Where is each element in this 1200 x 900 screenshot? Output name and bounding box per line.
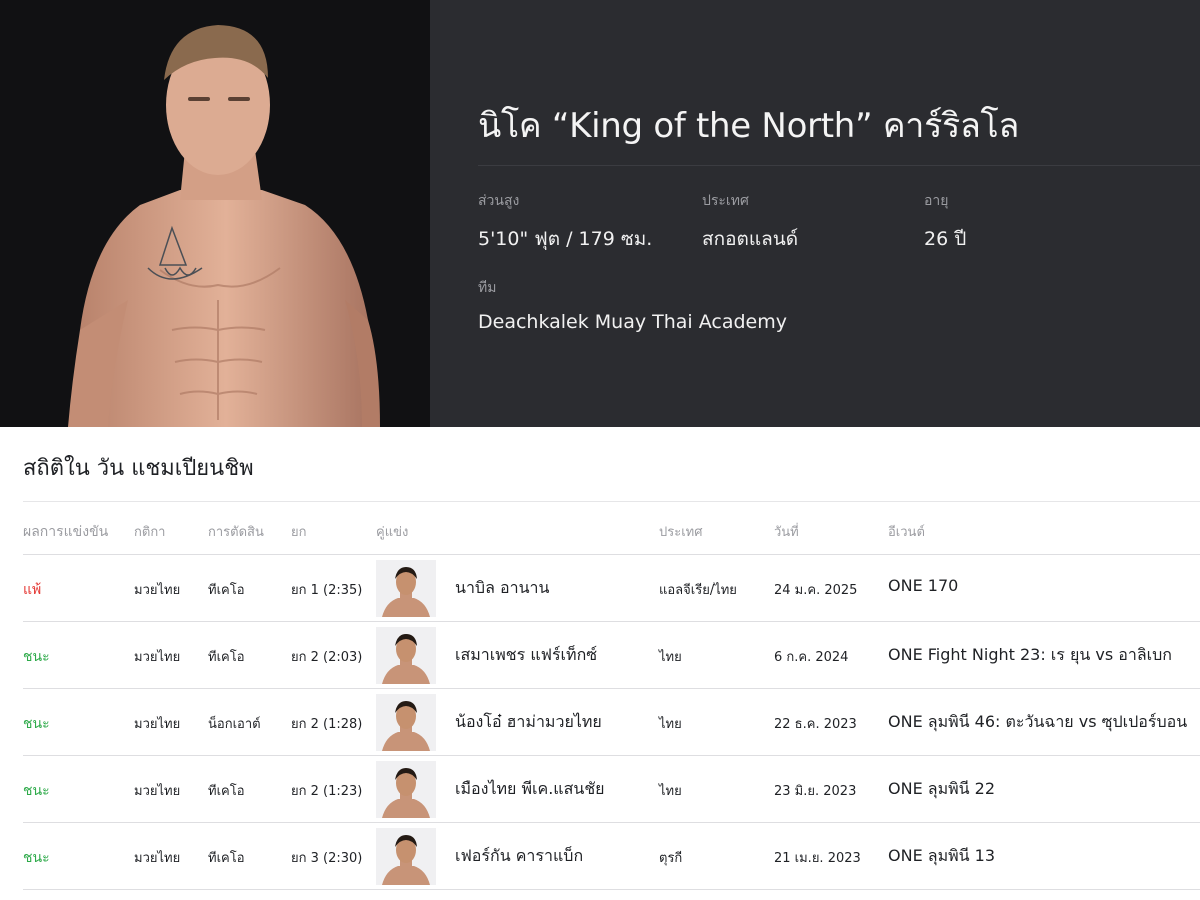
opponent-photo-image xyxy=(376,694,436,751)
sport-cell: มวยไทย xyxy=(134,784,181,799)
header-opponent: คู่แข่ง xyxy=(376,525,409,540)
fighter-photo xyxy=(0,0,430,427)
country-cell: ไทย xyxy=(659,784,682,799)
date-cell: 23 มิ.ย. 2023 xyxy=(774,784,857,799)
result-cell: ชนะ xyxy=(23,783,50,799)
table-row[interactable]: ชนะ มวยไทย ทีเคโอ ยก 2 (1:23) เมืองไทย พ… xyxy=(23,756,1200,823)
sport-cell: มวยไทย xyxy=(134,650,181,665)
header-method: การตัดสิน xyxy=(208,525,264,540)
method-cell: ทีเคโอ xyxy=(208,583,245,598)
stat-height-label: ส่วนสูง xyxy=(478,193,520,209)
opponent-avatar[interactable] xyxy=(376,761,436,818)
header-date: วันที่ xyxy=(774,525,799,540)
date-cell: 21 เม.ย. 2023 xyxy=(774,851,861,866)
opponent-avatar[interactable] xyxy=(376,828,436,885)
event-link[interactable]: ONE Fight Night 23: เร ยุน vs อาลิเบก xyxy=(888,643,1172,668)
opponent-photo-image xyxy=(376,828,436,885)
stat-team-value: Deachkalek Muay Thai Academy xyxy=(478,311,788,333)
result-cell: ชนะ xyxy=(23,649,50,665)
hero-divider xyxy=(478,165,1200,166)
fighter-hero: นิโค “King of the North” คาร์ริลโล ส่วนส… xyxy=(0,0,1200,427)
date-cell: 24 ม.ค. 2025 xyxy=(774,583,858,598)
stat-height: ส่วนสูง 5'10" ฟุต / 179 ซม. xyxy=(478,190,652,254)
round-cell: ยก 2 (1:28) xyxy=(291,717,363,732)
opponent-name[interactable]: เมืองไทย พีเค.แสนชัย xyxy=(455,777,605,802)
fight-record-table: ผลการแข่งขัน กติกา การตัดสิน ยก คู่แข่ง … xyxy=(23,501,1200,890)
opponent-photo-image xyxy=(376,560,436,617)
table-row[interactable]: ชนะ มวยไทย น็อกเอาต์ ยก 2 (1:28) น้องโอ๋… xyxy=(23,689,1200,756)
opponent-photo-image xyxy=(376,627,436,684)
date-cell: 6 ก.ค. 2024 xyxy=(774,650,849,665)
method-cell: ทีเคโอ xyxy=(208,784,245,799)
stat-team-label: ทีม xyxy=(478,280,497,296)
stat-age-value: 26 ปี xyxy=(924,228,967,250)
opponent-avatar[interactable] xyxy=(376,694,436,751)
country-cell: ตุรกี xyxy=(659,851,683,866)
result-cell: ชนะ xyxy=(23,716,50,732)
event-link[interactable]: ONE ลุมพินี 22 xyxy=(888,777,995,802)
opponent-name[interactable]: น้องโอ๋ ฮาม่ามวยไทย xyxy=(455,710,602,735)
header-sport: กติกา xyxy=(134,525,166,540)
table-row[interactable]: ชนะ มวยไทย ทีเคโอ ยก 3 (2:30) เฟอร์กัน ค… xyxy=(23,823,1200,890)
stat-country-label: ประเทศ xyxy=(702,193,749,209)
header-round: ยก xyxy=(291,525,307,540)
sport-cell: มวยไทย xyxy=(134,583,181,598)
record-section-title: สถิติใน วัน แชมเปียนชิพ xyxy=(23,456,254,481)
stat-country-value: สกอตแลนด์ xyxy=(702,228,799,250)
fighter-portrait-image xyxy=(0,0,430,427)
method-cell: น็อกเอาต์ xyxy=(208,717,261,732)
table-row[interactable]: ชนะ มวยไทย ทีเคโอ ยก 2 (2:03) เสมาเพชร แ… xyxy=(23,622,1200,689)
sport-cell: มวยไทย xyxy=(134,717,181,732)
country-cell: ไทย xyxy=(659,717,682,732)
round-cell: ยก 1 (2:35) xyxy=(291,583,363,598)
stat-country: ประเทศ สกอตแลนด์ xyxy=(702,190,798,254)
header-result: ผลการแข่งขัน xyxy=(23,524,109,540)
date-cell: 22 ธ.ค. 2023 xyxy=(774,717,857,732)
opponent-name[interactable]: เสมาเพชร แฟร์เท็กซ์ xyxy=(455,643,597,668)
round-cell: ยก 2 (2:03) xyxy=(291,650,363,665)
method-cell: ทีเคโอ xyxy=(208,650,245,665)
stat-age: อายุ 26 ปี xyxy=(924,190,966,254)
round-cell: ยก 3 (2:30) xyxy=(291,851,363,866)
opponent-name[interactable]: เฟอร์กัน คาราแบ็ก xyxy=(455,844,583,869)
fighter-info: นิโค “King of the North” คาร์ริลโล ส่วนส… xyxy=(478,0,1200,427)
opponent-name[interactable]: นาบิล อานาน xyxy=(455,576,549,601)
sport-cell: มวยไทย xyxy=(134,851,181,866)
fighter-name: นิโค “King of the North” คาร์ริลโล xyxy=(478,106,1020,146)
stat-age-label: อายุ xyxy=(924,193,949,209)
table-row[interactable]: แพ้ มวยไทย ทีเคโอ ยก 1 (2:35) นาบิล อานา… xyxy=(23,555,1200,622)
stat-team: ทีม Deachkalek Muay Thai Academy xyxy=(478,277,787,333)
header-country: ประเทศ xyxy=(659,525,703,540)
table-header-row: ผลการแข่งขัน กติกา การตัดสิน ยก คู่แข่ง … xyxy=(23,501,1200,555)
event-link[interactable]: ONE 170 xyxy=(888,576,958,595)
opponent-avatar[interactable] xyxy=(376,627,436,684)
method-cell: ทีเคโอ xyxy=(208,851,245,866)
round-cell: ยก 2 (1:23) xyxy=(291,784,363,799)
opponent-avatar[interactable] xyxy=(376,560,436,617)
result-cell: แพ้ xyxy=(23,582,42,598)
event-link[interactable]: ONE ลุมพินี 46: ตะวันฉาย vs ซุปเปอร์บอน xyxy=(888,710,1187,735)
opponent-photo-image xyxy=(376,761,436,818)
result-cell: ชนะ xyxy=(23,850,50,866)
stat-height-value: 5'10" ฟุต / 179 ซม. xyxy=(478,228,653,250)
header-event: อีเวนต์ xyxy=(888,525,925,540)
country-cell: ไทย xyxy=(659,650,682,665)
event-link[interactable]: ONE ลุมพินี 13 xyxy=(888,844,995,869)
country-cell: แอลจีเรีย/ไทย xyxy=(659,583,737,598)
